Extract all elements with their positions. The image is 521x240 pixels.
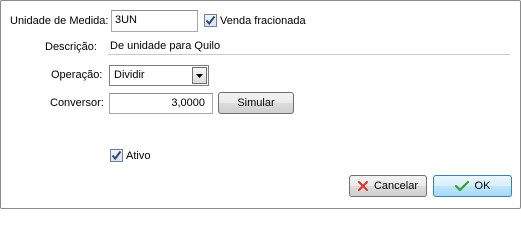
venda-fracionada-label[interactable]: Venda fracionada: [220, 15, 306, 28]
ativo-label[interactable]: Ativo: [126, 150, 150, 163]
simular-label: Simular: [237, 97, 275, 109]
unidade-input[interactable]: 3UN: [111, 10, 198, 32]
operacao-label: Operação:: [51, 69, 103, 81]
close-icon: [357, 181, 368, 191]
operacao-select[interactable]: Dividir: [109, 65, 209, 86]
conversor-input[interactable]: 3,0000: [109, 93, 213, 114]
conversor-label: Conversor:: [50, 97, 104, 109]
venda-fracionada-checkbox[interactable]: [204, 14, 217, 27]
ok-button[interactable]: OK: [433, 175, 512, 197]
checkmark-icon: [205, 15, 216, 26]
cancel-button[interactable]: Cancelar: [349, 175, 427, 197]
cancel-label: Cancelar: [373, 180, 419, 192]
descricao-label: Descrição:: [45, 41, 97, 53]
ok-label: OK: [474, 180, 491, 192]
unidade-label: Unidade de Medida:: [10, 15, 109, 27]
chevron-down-icon[interactable]: [192, 67, 207, 84]
unit-conversion-dialog: Unidade de Medida: 3UN Venda fracionada …: [0, 0, 521, 209]
simular-button[interactable]: Simular: [218, 92, 294, 114]
checkmark-icon: [454, 181, 469, 191]
ativo-checkbox[interactable]: [110, 149, 123, 162]
descricao-input[interactable]: De unidade para Quilo: [108, 40, 510, 55]
checkmark-icon: [111, 150, 122, 161]
operacao-selected-value: Dividir: [114, 69, 145, 81]
